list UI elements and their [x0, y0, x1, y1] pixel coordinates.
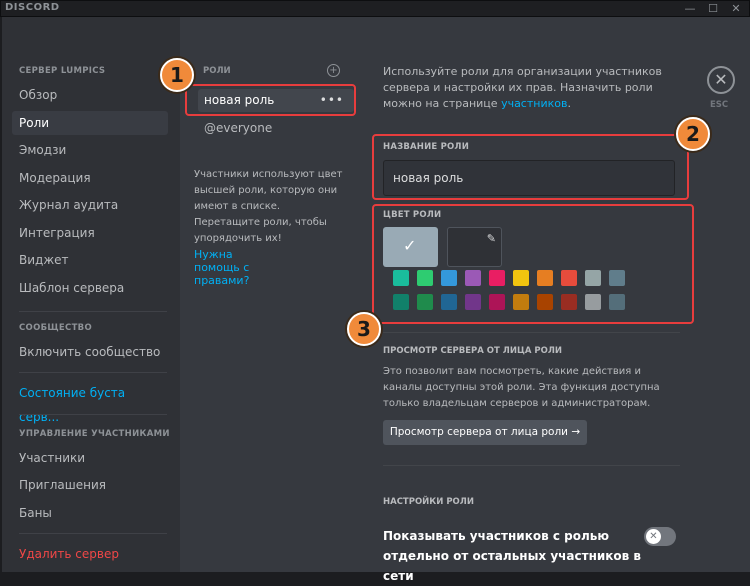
members-page-link[interactable]: участников	[501, 97, 567, 110]
step-badge-1: 1	[160, 58, 194, 92]
role-settings-header: НАСТРОЙКИ РОЛИ	[383, 497, 474, 507]
server-settings-sidebar: СЕРВЕР LUMPICS Обзор Роли Эмодзи Модерац…	[2, 17, 180, 572]
intro-end: .	[567, 97, 571, 110]
sidebar-item-members[interactable]: Участники	[12, 446, 168, 470]
view-as-role-header: ПРОСМОТР СЕРВЕРА ОТ ЛИЦА РОЛИ	[383, 346, 563, 356]
highlight-role-name	[372, 134, 689, 200]
close-window-icon[interactable]: ✕	[725, 1, 747, 17]
sidebar-item-template[interactable]: Шаблон сервера	[12, 276, 168, 300]
display-separately-toggle[interactable]: ✕	[644, 527, 676, 546]
roles-header: РОЛИ	[203, 66, 231, 76]
roles-description: Участники используют цвет высшей роли, к…	[194, 169, 343, 244]
sidebar-item-moderation[interactable]: Модерация	[12, 166, 168, 190]
highlight-role-color	[372, 204, 694, 324]
divider	[19, 533, 167, 534]
divider	[383, 332, 680, 333]
divider	[19, 372, 167, 373]
server-header: СЕРВЕР LUMPICS	[19, 66, 106, 76]
members-header: УПРАВЛЕНИЕ УЧАСТНИКАМИ	[19, 429, 170, 439]
step-badge-2: 2	[676, 117, 710, 151]
permissions-help-link[interactable]: Нужна помощь с правами?	[194, 248, 249, 287]
minimize-icon[interactable]: —	[679, 1, 701, 17]
sidebar-item-bans[interactable]: Баны	[12, 501, 168, 525]
divider	[19, 311, 167, 312]
add-role-icon[interactable]: +	[327, 64, 340, 77]
sidebar-item-integrations[interactable]: Интеграция	[12, 221, 168, 245]
close-settings-button[interactable]: ✕	[707, 66, 735, 94]
divider	[19, 414, 167, 415]
sidebar-item-widget[interactable]: Виджет	[12, 248, 168, 272]
step-badge-3: 3	[347, 312, 381, 346]
role-item-everyone[interactable]: @everyone	[198, 117, 354, 140]
sidebar-item-emoji[interactable]: Эмодзи	[12, 138, 168, 162]
maximize-icon[interactable]: ☐	[702, 1, 724, 17]
sidebar-item-invites[interactable]: Приглашения	[12, 473, 168, 497]
title-bar: DISCORD — ☐ ✕	[0, 0, 750, 17]
sidebar-item-delete-server[interactable]: Удалить сервер	[12, 542, 168, 566]
view-as-role-description: Это позволит вам посмотреть, какие дейст…	[383, 366, 660, 409]
sidebar-item-roles[interactable]: Роли	[12, 111, 168, 135]
sidebar-item-enable-community[interactable]: Включить сообщество	[12, 340, 168, 364]
sidebar-item-audit-log[interactable]: Журнал аудита	[12, 193, 168, 217]
sidebar-item-overview[interactable]: Обзор	[12, 83, 168, 107]
display-separately-label: Показывать участников с ролью отдельно о…	[383, 529, 642, 583]
community-header: СООБЩЕСТВО	[19, 323, 92, 333]
sidebar-item-boost-status[interactable]: Состояние буста серв...	[12, 381, 168, 424]
highlight-role-item	[185, 84, 356, 116]
divider	[383, 465, 680, 466]
intro-text: Используйте роли для организации участни…	[383, 64, 680, 112]
esc-label: ESC	[710, 100, 729, 110]
app-title: DISCORD	[5, 2, 60, 13]
toggle-off-icon: ✕	[646, 529, 661, 544]
view-as-role-button[interactable]: Просмотр сервера от лица роли →	[383, 420, 587, 445]
